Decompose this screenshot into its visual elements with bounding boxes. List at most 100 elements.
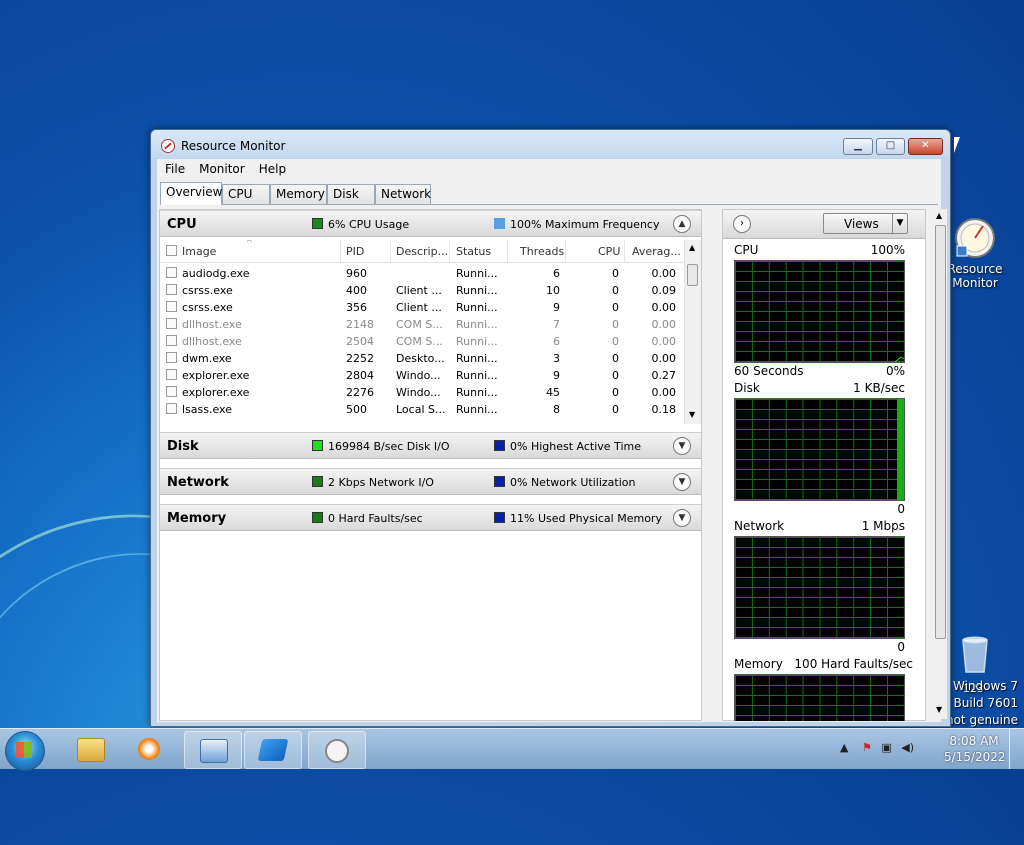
expand-chevron-icon[interactable]: ▼ [673,437,691,455]
network-icon[interactable]: ▣ [881,741,891,754]
table-row[interactable]: lsass.exe 500 Local S... Runni... 8 0 0.18 [160,401,685,418]
scroll-down-icon[interactable]: ▼ [689,410,695,419]
show-hidden-icons-icon[interactable]: ▲ [840,741,848,754]
table-row[interactable]: dllhost.exe 2148 COM S... Runni... 7 0 0.00 [160,316,685,333]
tab-memory[interactable]: Memory [270,184,327,204]
row-checkbox[interactable] [166,267,177,278]
taskbar-media-player[interactable] [120,731,176,767]
row-checkbox[interactable] [166,403,177,414]
disk-graph-max: 1 KB/sec [853,381,905,395]
desktop-icon-resource-monitor[interactable]: Resource Monitor [945,216,1005,290]
taskbar-control-panel[interactable] [184,731,242,769]
row-checkbox[interactable] [166,318,177,329]
column-header-cpu[interactable]: CPU [598,245,620,258]
row-checkbox[interactable] [166,386,177,397]
cpu-section-header[interactable]: CPU 6% CPU Usage 100% Maximum Frequency … [160,210,701,237]
recycle-bin-icon [953,632,997,676]
expand-chevron-icon[interactable]: ▼ [673,509,691,527]
cell-cpu: 0 [612,284,619,297]
table-row[interactable]: explorer.exe 2804 Windo... Runni... 9 0 0.27 [160,367,685,384]
graphs-pane: › Views ▼ CPU 100% 60 Seconds 0% Disk 1 K… [722,209,926,721]
cpu-graph [734,260,905,363]
scroll-up-icon[interactable]: ▲ [936,211,942,220]
maximize-button[interactable]: □ [876,138,905,155]
column-header-pid[interactable]: PID [346,245,364,258]
dropdown-arrow-icon: ▼ [892,214,907,233]
tab-network[interactable]: Network [375,184,431,204]
cell-image: csrss.exe [182,284,233,297]
expand-chevron-icon[interactable]: ▼ [673,473,691,491]
cell-status: Runni... [456,386,498,399]
resource-monitor-app-icon [161,139,175,153]
menu-help[interactable]: Help [251,159,292,176]
scroll-up-icon[interactable]: ▲ [689,243,695,252]
column-header-average[interactable]: Averag... [632,245,681,258]
select-all-checkbox[interactable] [166,245,177,256]
cell-avg: 0.00 [651,352,677,365]
table-row[interactable]: explorer.exe 2276 Windo... Runni... 45 0 0.00 [160,384,685,401]
tab-disk[interactable]: Disk [327,184,375,204]
memory-used-stat: 11% Used Physical Memory [494,512,662,525]
table-row[interactable]: csrss.exe 400 Client ... Runni... 10 0 0.09 [160,282,685,299]
table-row[interactable]: dwm.exe 2252 Deskto... Runni... 3 0 0.00 [160,350,685,367]
collapse-pane-icon[interactable]: › [733,215,751,233]
taskbar-resource-monitor[interactable] [308,731,366,769]
folder-icon [77,738,105,762]
table-scrollbar[interactable]: ▲ ▼ [684,240,701,424]
menu-monitor[interactable]: Monitor [191,159,251,176]
views-dropdown[interactable]: Views ▼ [823,213,908,234]
tab-overview[interactable]: Overview [160,182,223,205]
taskbar-clock[interactable]: 8:08 AM 5/15/2022 [944,733,1006,765]
row-checkbox[interactable] [166,352,177,363]
taskbar-app[interactable] [244,731,302,769]
scroll-thumb[interactable] [687,264,698,286]
cpu-graph-max: 100% [870,243,905,257]
minimize-button[interactable]: ▁ [843,138,873,155]
scroll-thumb[interactable] [935,225,946,639]
media-player-icon [138,738,160,760]
network-graph-min: 0 [897,640,905,654]
cell-pid: 2252 [346,352,374,365]
graphs-scrollbar[interactable]: ▲ ▼ [933,209,947,719]
cell-status: Runni... [456,318,498,331]
cell-desc: Client ... [396,301,442,314]
cell-cpu: 0 [612,403,619,416]
memory-section-header[interactable]: Memory 0 Hard Faults/sec 11% Used Physic… [160,504,701,531]
disk-graph-label: Disk [734,381,760,395]
cell-avg: 0.00 [651,318,677,331]
disk-section-header[interactable]: Disk 169984 B/sec Disk I/O 0% Highest Ac… [160,432,701,459]
column-header-image[interactable]: Image [182,245,216,258]
row-checkbox[interactable] [166,335,177,346]
taskbar-explorer[interactable] [62,731,118,767]
collapse-chevron-icon[interactable]: ▲ [673,215,691,233]
cell-pid: 400 [346,284,367,297]
cell-threads: 6 [553,335,560,348]
column-separator [507,240,508,262]
tab-cpu[interactable]: CPU [222,184,270,204]
row-checkbox[interactable] [166,369,177,380]
title-bar[interactable]: Resource Monitor ▁ □ ✕ [151,130,950,158]
cell-pid: 2504 [346,335,374,348]
column-header-description[interactable]: Descrip... [396,245,448,258]
desktop-icon-recycle-bin[interactable]: 123 [945,632,1005,695]
cell-status: Runni... [456,403,498,416]
table-row[interactable]: dllhost.exe 2504 COM S... Runni... 6 0 0.00 [160,333,685,350]
show-desktop-button[interactable] [1009,729,1024,769]
network-section-header[interactable]: Network 2 Kbps Network I/O 0% Network Ut… [160,468,701,495]
cpu-frequency-text: 100% Maximum Frequency [510,218,660,231]
column-header-status[interactable]: Status [456,245,491,258]
row-checkbox[interactable] [166,301,177,312]
network-util-text: 0% Network Utilization [510,476,636,489]
volume-icon[interactable]: ◀) [901,741,914,754]
close-button[interactable]: ✕ [908,138,943,155]
menu-file[interactable]: File [157,159,191,176]
table-row[interactable]: audiodg.exe 960 Runni... 6 0 0.00 [160,265,685,282]
memory-used-text: 11% Used Physical Memory [510,512,662,525]
action-center-flag-icon[interactable]: ⚑ [862,741,872,754]
start-button[interactable] [5,731,45,771]
row-checkbox[interactable] [166,284,177,295]
column-header-threads[interactable]: Threads [520,245,564,258]
table-row[interactable]: csrss.exe 356 Client ... Runni... 9 0 0.00 [160,299,685,316]
scroll-down-icon[interactable]: ▼ [936,705,942,714]
memory-graph-max: 100 Hard Faults/sec [794,657,913,671]
